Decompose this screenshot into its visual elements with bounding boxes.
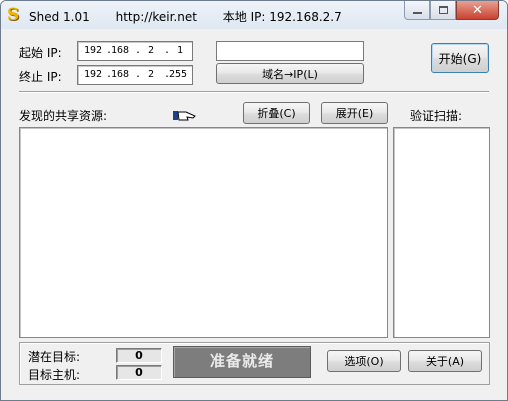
shares-tree-list[interactable] bbox=[19, 127, 388, 338]
verify-scan-label: 验证扫描: bbox=[410, 109, 463, 123]
status-display: 准备就绪 bbox=[173, 346, 311, 378]
about-button[interactable]: 关于(A) bbox=[408, 350, 482, 372]
window-title: Shed 1.01 http://keir.net 本地 IP: 192.168… bbox=[29, 8, 364, 25]
ip-dot: . bbox=[135, 45, 142, 56]
close-icon: ✕ bbox=[472, 2, 483, 18]
app-window: S Shed 1.01 http://keir.net 本地 IP: 192.1… bbox=[0, 0, 508, 401]
start-ip-octet-3: 2 bbox=[148, 45, 155, 56]
end-ip-octet-1: 192 bbox=[84, 69, 103, 80]
minimize-button[interactable] bbox=[404, 1, 430, 20]
target-hosts-count: 0 bbox=[116, 365, 162, 380]
end-ip-octet-3: 2 bbox=[148, 69, 155, 80]
domain-to-ip-button[interactable]: 域名→IP(L) bbox=[216, 63, 364, 84]
app-logo-icon: S bbox=[7, 5, 20, 25]
maximize-button[interactable] bbox=[430, 1, 456, 20]
close-button[interactable]: ✕ bbox=[456, 1, 499, 20]
end-ip-label: 终止 IP: bbox=[19, 70, 62, 84]
window-controls: ✕ bbox=[404, 1, 499, 20]
target-hosts-label: 目标主机: bbox=[28, 368, 81, 382]
start-ip-octet-2: 168 bbox=[111, 45, 130, 56]
end-ip-octet-2: 168 bbox=[111, 69, 130, 80]
potential-targets-label: 潜在目标: bbox=[28, 350, 81, 364]
end-ip-octet-4: 255 bbox=[169, 69, 188, 80]
hand-pointing-icon bbox=[173, 110, 197, 122]
minimize-icon bbox=[412, 12, 422, 14]
divider bbox=[19, 91, 489, 93]
potential-targets-count: 0 bbox=[116, 348, 162, 363]
ip-dot: . bbox=[164, 45, 171, 56]
ip-dot: . bbox=[135, 69, 142, 80]
title-bar[interactable]: S Shed 1.01 http://keir.net 本地 IP: 192.1… bbox=[1, 1, 507, 29]
start-ip-octet-1: 192 bbox=[84, 45, 103, 56]
website-url: http://keir.net bbox=[115, 10, 197, 24]
domain-input[interactable] bbox=[216, 41, 364, 61]
app-name: Shed 1.01 bbox=[29, 10, 90, 24]
verify-scan-list[interactable] bbox=[393, 127, 490, 338]
maximize-icon bbox=[438, 6, 448, 14]
start-ip-octet-4: 1 bbox=[177, 45, 184, 56]
start-button[interactable]: 开始(G) bbox=[431, 43, 489, 73]
local-ip-text: 本地 IP: 192.168.2.7 bbox=[222, 10, 342, 24]
expand-button[interactable]: 展开(E) bbox=[321, 102, 388, 124]
shares-label: 发现的共享资源: bbox=[19, 109, 108, 123]
collapse-button[interactable]: 折叠(C) bbox=[243, 102, 310, 124]
start-ip-input[interactable]: 192 . 168 . 2 . 1 bbox=[77, 41, 193, 61]
start-ip-label: 起始 IP: bbox=[19, 46, 62, 60]
end-ip-input[interactable]: 192 . 168 . 2 . 255 bbox=[77, 65, 193, 85]
options-button[interactable]: 选项(O) bbox=[327, 350, 401, 372]
